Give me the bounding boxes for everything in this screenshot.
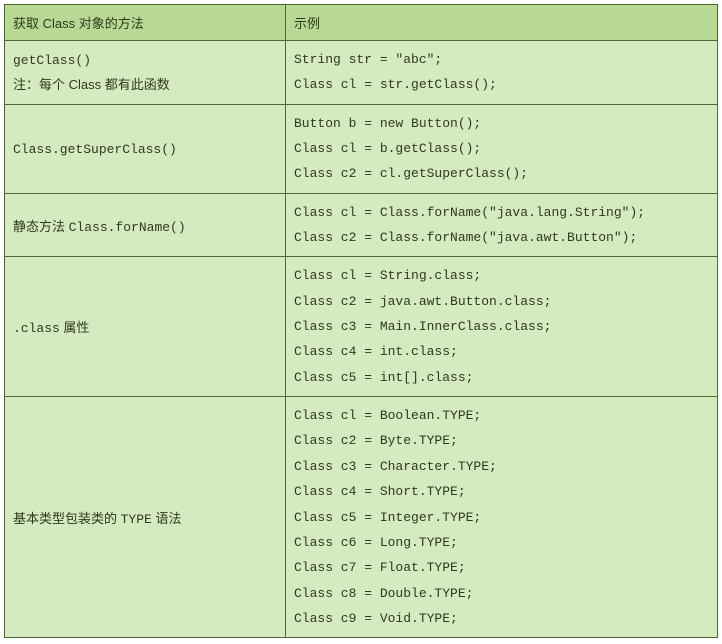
method-cell: getClass()注：每个 Class 都有此函数 xyxy=(5,41,286,105)
class-methods-table: 获取 Class 对象的方法 示例 getClass()注：每个 Class 都… xyxy=(4,4,718,638)
table-row: getClass()注：每个 Class 都有此函数 String str = … xyxy=(5,41,718,105)
method-cell: .class 属性 xyxy=(5,257,286,397)
header-method: 获取 Class 对象的方法 xyxy=(5,5,286,41)
example-cell: Class cl = Boolean.TYPE; Class c2 = Byte… xyxy=(286,397,718,638)
example-cell: Class cl = String.class; Class c2 = java… xyxy=(286,257,718,397)
method-cell: Class.getSuperClass() xyxy=(5,104,286,193)
header-row: 获取 Class 对象的方法 示例 xyxy=(5,5,718,41)
method-cell: 静态方法 Class.forName() xyxy=(5,193,286,257)
table-row: Class.getSuperClass() Button b = new But… xyxy=(5,104,718,193)
example-cell: Button b = new Button(); Class cl = b.ge… xyxy=(286,104,718,193)
table-row: 静态方法 Class.forName() Class cl = Class.fo… xyxy=(5,193,718,257)
example-cell: Class cl = Class.forName("java.lang.Stri… xyxy=(286,193,718,257)
table-row: 基本类型包装类的 TYPE 语法 Class cl = Boolean.TYPE… xyxy=(5,397,718,638)
method-cell: 基本类型包装类的 TYPE 语法 xyxy=(5,397,286,638)
example-cell: String str = "abc"; Class cl = str.getCl… xyxy=(286,41,718,105)
table-row: .class 属性 Class cl = String.class; Class… xyxy=(5,257,718,397)
header-example: 示例 xyxy=(286,5,718,41)
